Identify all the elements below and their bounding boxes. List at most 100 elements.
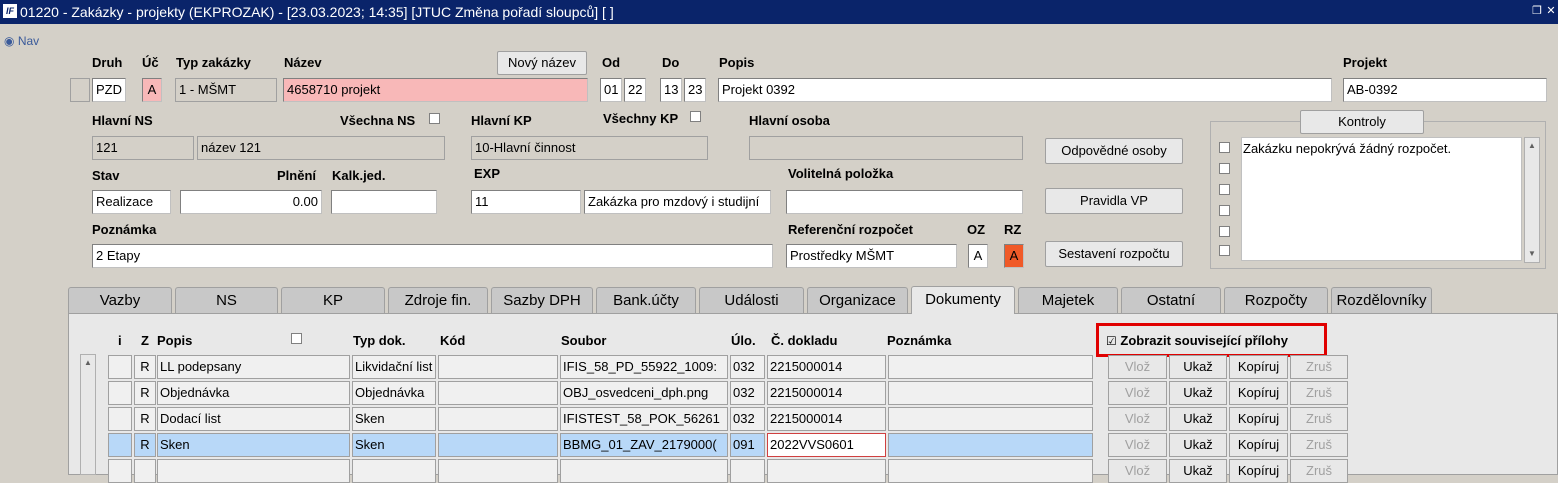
referencni-rozpocet-field[interactable]: Prostředky MŠMT <box>786 244 957 268</box>
kopiruj-button[interactable]: Kopíruj <box>1229 381 1288 405</box>
tab-organizace[interactable]: Organizace <box>807 287 908 313</box>
kalk-jed-field[interactable] <box>331 190 437 214</box>
tab-udalosti[interactable]: Události <box>699 287 804 313</box>
zrus-button[interactable]: Zruš <box>1290 433 1348 457</box>
uc-field[interactable]: A <box>142 78 162 102</box>
row-i-cell[interactable] <box>108 407 132 431</box>
ukaz-button[interactable]: Ukaž <box>1169 459 1227 483</box>
zrus-button[interactable]: Zruš <box>1290 459 1348 483</box>
tab-vazby[interactable]: Vazby <box>68 287 172 313</box>
row-poznamka-cell[interactable] <box>888 459 1093 483</box>
row-typ-cell[interactable]: Objednávka <box>352 381 436 405</box>
tab-rozpocty[interactable]: Rozpočty <box>1224 287 1328 313</box>
row-popis-cell[interactable] <box>157 459 350 483</box>
tab-zdroje-fin[interactable]: Zdroje fin. <box>388 287 488 313</box>
scroll-up-icon[interactable]: ▲ <box>81 356 95 370</box>
od-month-field[interactable]: 01 <box>600 78 622 102</box>
tab-majetek[interactable]: Majetek <box>1018 287 1118 313</box>
novy-nazev-button[interactable]: Nový název <box>497 51 587 75</box>
documents-scrollbar[interactable] <box>80 354 96 475</box>
row-ulo-cell[interactable]: 091 <box>730 433 765 457</box>
scroll-up-icon[interactable]: ▲ <box>1525 139 1539 153</box>
row-i-cell[interactable] <box>108 381 132 405</box>
restore-window-icon[interactable]: ❐ <box>1530 4 1544 18</box>
row-kod-cell[interactable] <box>438 433 558 457</box>
exp-code-field[interactable]: 11 <box>471 190 581 214</box>
kontroly-checkbox[interactable] <box>1219 163 1230 174</box>
row-cislo-cell[interactable] <box>767 459 886 483</box>
row-cislo-cell[interactable]: 2215000014 <box>767 355 886 379</box>
row-i-cell[interactable] <box>108 459 132 483</box>
kontroly-checkbox[interactable] <box>1219 205 1230 216</box>
row-soubor-cell[interactable]: OBJ_osvedceni_dph.png <box>560 381 728 405</box>
row-z-cell[interactable]: R <box>134 407 156 431</box>
tab-ostatni[interactable]: Ostatní <box>1121 287 1221 313</box>
scroll-down-icon[interactable]: ▼ <box>1525 247 1539 261</box>
vloz-button[interactable]: Vlož <box>1108 407 1167 431</box>
show-related-toggle[interactable]: ☑ Zobrazit související přílohy <box>1106 333 1288 348</box>
ukaz-button[interactable]: Ukaž <box>1169 433 1227 457</box>
oz-field[interactable]: A <box>968 244 988 268</box>
kopiruj-button[interactable]: Kopíruj <box>1229 355 1288 379</box>
ukaz-button[interactable]: Ukaž <box>1169 355 1227 379</box>
tab-rozdelovniky[interactable]: Rozdělovníky <box>1331 287 1432 313</box>
row-ulo-cell[interactable]: 032 <box>730 355 765 379</box>
volitelna-polozka-field[interactable] <box>786 190 1023 214</box>
odpovedne-osoby-button[interactable]: Odpovědné osoby <box>1045 138 1183 164</box>
row-poznamka-cell[interactable] <box>888 381 1093 405</box>
tab-bank-ucty[interactable]: Bank.účty <box>596 287 696 313</box>
vloz-button[interactable]: Vlož <box>1108 433 1167 457</box>
vsechna-ns-checkbox[interactable] <box>429 113 440 124</box>
hlavni-osoba-field[interactable] <box>749 136 1023 160</box>
row-popis-cell[interactable]: Dodací list <box>157 407 350 431</box>
row-ulo-cell[interactable]: 032 <box>730 407 765 431</box>
ukaz-button[interactable]: Ukaž <box>1169 381 1227 405</box>
close-window-icon[interactable]: ✕ <box>1544 4 1558 18</box>
row-typ-cell[interactable] <box>352 459 436 483</box>
row-kod-cell[interactable] <box>438 381 558 405</box>
row-i-cell[interactable] <box>108 433 132 457</box>
kopiruj-button[interactable]: Kopíruj <box>1229 433 1288 457</box>
kontroly-checkbox[interactable] <box>1219 226 1230 237</box>
pravidla-vp-button[interactable]: Pravidla VP <box>1045 188 1183 214</box>
row-typ-cell[interactable]: Likvidační list <box>352 355 436 379</box>
hlavni-ns-code-field[interactable]: 121 <box>92 136 194 160</box>
typ-zakazky-field[interactable]: 1 - MŠMT <box>175 78 277 102</box>
kontroly-scrollbar[interactable] <box>1524 137 1540 263</box>
row-popis-cell[interactable]: LL podepsany <box>157 355 350 379</box>
row-i-cell[interactable] <box>108 355 132 379</box>
tab-sazby-dph[interactable]: Sazby DPH <box>491 287 593 313</box>
row-z-cell[interactable]: R <box>134 355 156 379</box>
row-soubor-cell[interactable]: IFIS_58_PD_55922_1009: <box>560 355 728 379</box>
kontroly-checkbox[interactable] <box>1219 142 1230 153</box>
do-month-field[interactable]: 13 <box>660 78 682 102</box>
hlavni-kp-field[interactable]: 10-Hlavní činnost <box>471 136 708 160</box>
kopiruj-button[interactable]: Kopíruj <box>1229 407 1288 431</box>
row-ulo-cell[interactable] <box>730 459 765 483</box>
zrus-button[interactable]: Zruš <box>1290 407 1348 431</box>
nazev-field[interactable]: 4658710 projekt <box>283 78 588 102</box>
row-kod-cell[interactable] <box>438 355 558 379</box>
vloz-button[interactable]: Vlož <box>1108 459 1167 483</box>
vsechny-kp-checkbox[interactable] <box>690 111 701 122</box>
kontroly-button[interactable]: Kontroly <box>1300 110 1424 134</box>
tab-ns[interactable]: NS <box>175 287 278 313</box>
tab-dokumenty[interactable]: Dokumenty <box>911 286 1015 314</box>
row-typ-cell[interactable]: Sken <box>352 433 436 457</box>
plneni-field[interactable]: 0.00 <box>180 190 322 214</box>
row-kod-cell[interactable] <box>438 407 558 431</box>
rz-field[interactable]: A <box>1004 244 1024 268</box>
druh-field[interactable]: PZD <box>92 78 126 102</box>
row-ulo-cell[interactable]: 032 <box>730 381 765 405</box>
ukaz-button[interactable]: Ukaž <box>1169 407 1227 431</box>
row-cislo-cell[interactable]: 2215000014 <box>767 407 886 431</box>
kontroly-checkbox[interactable] <box>1219 184 1230 195</box>
vloz-button[interactable]: Vlož <box>1108 355 1167 379</box>
row-poznamka-cell[interactable] <box>888 433 1093 457</box>
row-z-cell[interactable]: R <box>134 433 156 457</box>
row-popis-cell[interactable]: Sken <box>157 433 350 457</box>
row-poznamka-cell[interactable] <box>888 355 1093 379</box>
row-typ-cell[interactable]: Sken <box>352 407 436 431</box>
row-z-cell[interactable]: R <box>134 381 156 405</box>
row-z-cell[interactable] <box>134 459 156 483</box>
